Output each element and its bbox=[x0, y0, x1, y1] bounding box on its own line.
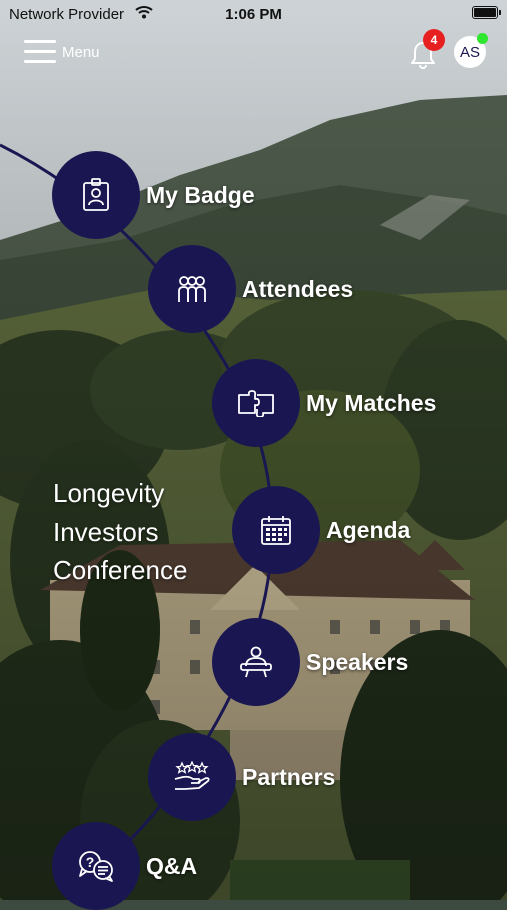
menu-button[interactable]: Menu bbox=[24, 40, 100, 64]
badge-icon bbox=[83, 178, 109, 211]
menu-item-speakers[interactable]: Speakers bbox=[212, 618, 408, 706]
battery-icon bbox=[472, 6, 501, 19]
menu-item-my-matches[interactable]: My Matches bbox=[212, 359, 436, 447]
conference-title: Longevity Investors Conference bbox=[53, 474, 187, 590]
online-status-dot bbox=[477, 33, 488, 44]
menu-item-label: Attendees bbox=[242, 275, 354, 302]
menu-item-qa[interactable]: ? Q&A bbox=[52, 822, 197, 910]
menu-item-agenda[interactable]: Agenda bbox=[232, 486, 410, 574]
conference-title-line3: Conference bbox=[53, 555, 188, 585]
status-bar: Network Provider 1:06 PM bbox=[0, 0, 507, 28]
menu-item-label: Speakers bbox=[306, 648, 409, 675]
clock: 1:06 PM bbox=[225, 6, 282, 23]
chat-bubbles-icon: ? bbox=[79, 851, 113, 882]
menu-item-attendees[interactable]: Attendees bbox=[148, 245, 353, 333]
svg-text:?: ? bbox=[86, 854, 95, 870]
menu-item-label: Agenda bbox=[326, 516, 411, 543]
menu-item-my-badge[interactable]: My Badge bbox=[52, 151, 255, 239]
handshake-stars-icon bbox=[174, 761, 210, 790]
calendar-icon bbox=[261, 516, 291, 545]
menu-label: Menu bbox=[62, 43, 100, 61]
hamburger-icon bbox=[24, 40, 56, 64]
menu-item-label: Partners bbox=[242, 763, 336, 790]
menu-item-label: My Badge bbox=[146, 181, 255, 208]
notification-count-badge: 4 bbox=[423, 29, 445, 51]
conference-title-line1: Longevity bbox=[53, 478, 165, 508]
attendees-icon bbox=[178, 276, 206, 302]
speaker-icon bbox=[240, 646, 272, 678]
puzzle-icon bbox=[238, 390, 274, 417]
menu-item-label: My Matches bbox=[306, 389, 437, 416]
menu-item-partners[interactable]: Partners bbox=[148, 733, 335, 821]
conference-title-line2: Investors bbox=[53, 516, 159, 547]
menu-item-label: Q&A bbox=[146, 852, 198, 879]
